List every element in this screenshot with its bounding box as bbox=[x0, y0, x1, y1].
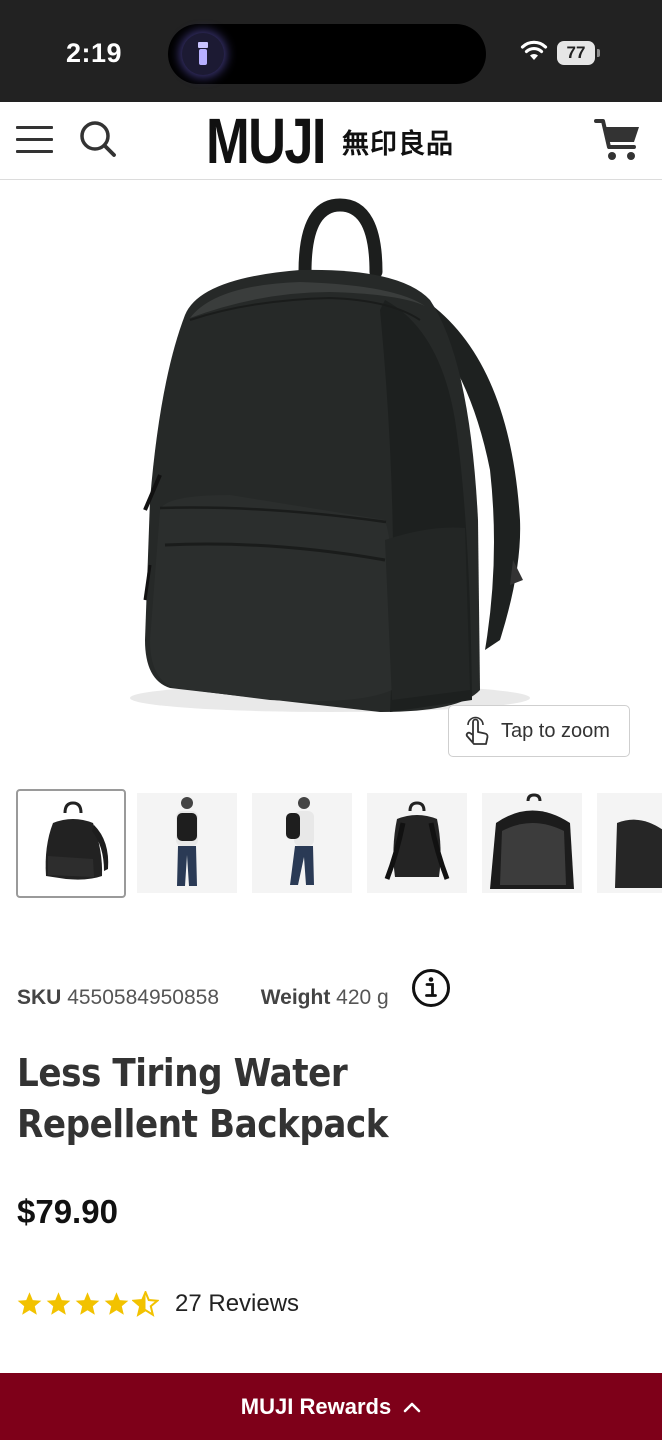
sku-label: SKU bbox=[17, 986, 62, 1009]
chevron-up-icon bbox=[403, 1402, 421, 1412]
product-image[interactable] bbox=[0, 181, 662, 776]
wifi-icon bbox=[520, 40, 548, 60]
search-icon[interactable] bbox=[78, 118, 118, 160]
battery-level: 77 bbox=[566, 43, 586, 62]
muji-rewards-bar[interactable]: MUJI Rewards bbox=[0, 1373, 662, 1440]
thumbnail-backpack-side[interactable] bbox=[597, 793, 662, 893]
logo-text: MUJI bbox=[206, 105, 326, 177]
rewards-label: MUJI Rewards bbox=[240, 1393, 392, 1419]
star-icon bbox=[46, 1292, 71, 1315]
product-price: $79.90 bbox=[17, 1193, 118, 1230]
site-header: MUJI 無印良品 bbox=[0, 102, 662, 180]
tap-hand-icon bbox=[465, 716, 489, 745]
star-icon bbox=[104, 1292, 129, 1315]
product-title: Less Tiring Water Repellent Backpack bbox=[17, 1051, 389, 1146]
product-meta: SKU 4550584950858 Weight 420 g bbox=[17, 986, 389, 1010]
status-time: 2:19 bbox=[66, 38, 123, 68]
thumbnail-backpack-open[interactable] bbox=[482, 793, 582, 893]
battery-icon: 77 bbox=[557, 41, 600, 65]
cart-icon[interactable] bbox=[594, 116, 642, 164]
thumbnail-backpack-back[interactable] bbox=[367, 793, 467, 893]
thumbnail-backpack-front[interactable] bbox=[16, 789, 126, 898]
zoom-label: Tap to zoom bbox=[501, 719, 610, 742]
star-icon bbox=[17, 1292, 42, 1315]
star-icon bbox=[75, 1292, 100, 1315]
sku-value: 4550584950858 bbox=[67, 986, 220, 1009]
backpack-image bbox=[130, 198, 530, 712]
info-icon[interactable] bbox=[411, 968, 451, 1008]
thumbnail-strip bbox=[16, 789, 662, 899]
hamburger-menu-icon[interactable] bbox=[16, 126, 54, 156]
half-star-icon bbox=[132, 1291, 159, 1317]
flashlight-icon bbox=[182, 33, 224, 75]
tap-to-zoom-button[interactable]: Tap to zoom bbox=[448, 705, 630, 757]
muji-logo[interactable]: MUJI 無印良品 bbox=[206, 106, 454, 176]
dynamic-island bbox=[168, 24, 486, 84]
status-bar: 2:19 77 bbox=[0, 0, 662, 102]
weight-value: 420 g bbox=[336, 986, 389, 1009]
thumbnail-model-back[interactable] bbox=[137, 793, 237, 893]
rating-summary[interactable]: 27 Reviews bbox=[16, 1290, 299, 1318]
logo-kanji: 無印良品 bbox=[342, 128, 454, 160]
thumbnail-model-side[interactable] bbox=[252, 793, 352, 893]
reviews-count[interactable]: 27 Reviews bbox=[175, 1290, 299, 1318]
weight-label: Weight bbox=[260, 986, 331, 1009]
